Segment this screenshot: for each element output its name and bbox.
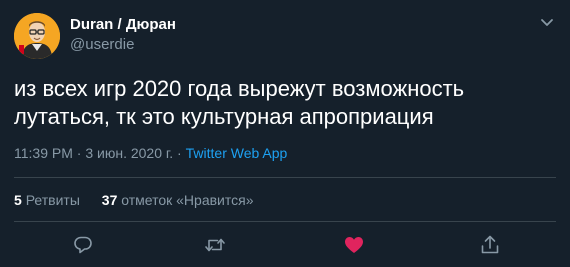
chevron-down-icon[interactable] [538,13,556,31]
display-name[interactable]: Duran / Дюран [70,16,176,33]
meta-separator: · [173,145,186,161]
tweet-date[interactable]: 3 июн. 2020 г. [85,145,173,161]
action-bar [0,234,570,258]
tweet-text: из всех игр 2020 года вырежут возможност… [14,76,465,129]
user-handle[interactable]: @userdie [70,36,134,53]
retweets-stat[interactable]: 5 Ретвиты [14,192,80,208]
tweet-stats: 5 Ретвиты 37 отметок «Нравится» [14,192,272,208]
heart-icon[interactable] [343,234,365,256]
reply-icon[interactable] [72,234,94,256]
share-icon[interactable] [479,234,501,256]
divider [14,177,556,178]
likes-stat[interactable]: 37 отметок «Нравится» [102,192,254,208]
divider [14,221,556,222]
tweet-source[interactable]: Twitter Web App [186,145,288,161]
tweet-meta: 11:39 PM · 3 июн. 2020 г. · Twitter Web … [14,145,287,161]
retweets-count: 5 [14,192,22,208]
retweets-label: Ретвиты [25,192,80,208]
likes-count: 37 [101,192,118,208]
retweet-icon[interactable] [204,234,226,256]
tweet-time[interactable]: 11:39 PM [14,145,73,161]
avatar-image [14,13,60,59]
avatar[interactable] [14,13,60,59]
likes-label: отметок «Нравится» [121,192,254,208]
tweet-card: Duran / Дюран @userdie из всех игр 2020 … [0,0,570,267]
meta-separator: · [72,145,86,161]
